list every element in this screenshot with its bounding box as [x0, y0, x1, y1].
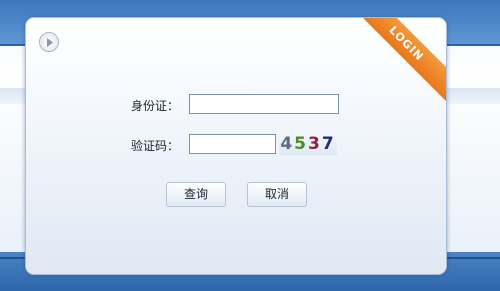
captcha-digit: 3	[308, 134, 322, 154]
verification-code-input[interactable]	[189, 134, 276, 154]
id-card-input[interactable]	[189, 94, 339, 114]
captcha-digit: 4	[280, 134, 295, 154]
captcha-image[interactable]: 4537	[279, 134, 337, 155]
captcha-digit: 5	[294, 134, 308, 154]
captcha-digit: 7	[321, 134, 336, 154]
verification-code-label: 验证码：	[131, 139, 180, 153]
login-panel: LOGIN 身份证： 验证码： 4537 查询 取消	[25, 17, 447, 275]
query-button[interactable]: 查询	[166, 182, 226, 207]
login-ribbon-text: LOGIN	[386, 23, 427, 64]
login-ribbon: LOGIN	[348, 18, 446, 102]
id-card-label: 身份证：	[131, 99, 180, 113]
cancel-button[interactable]: 取消	[247, 182, 307, 207]
play-button[interactable]	[39, 32, 59, 52]
